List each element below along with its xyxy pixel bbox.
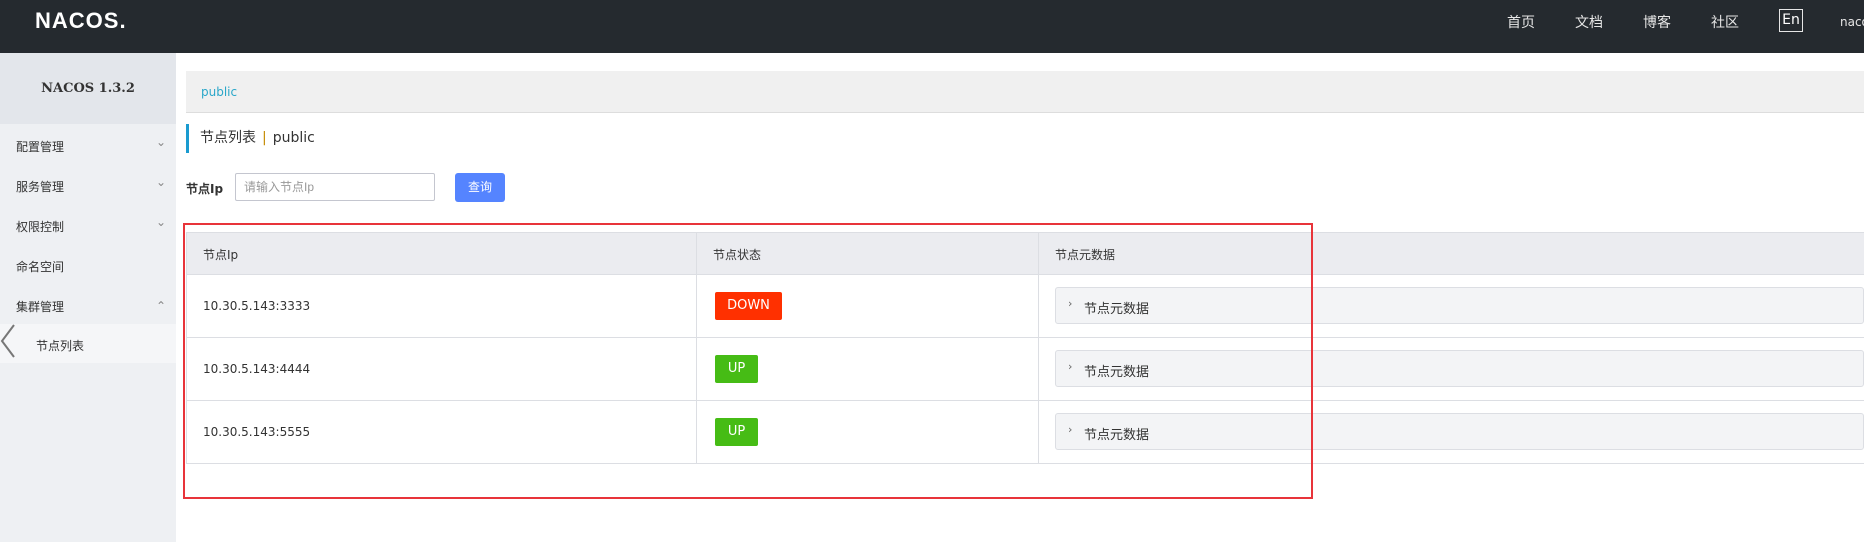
sidebar-item-label: 服务管理 [16, 180, 65, 194]
nav-home[interactable]: 首页 [1507, 12, 1535, 32]
sidebar-item-config-management[interactable]: 配置管理 ⌄ [0, 126, 176, 164]
sidebar: NACOS 1.3.2 配置管理 ⌄ 服务管理 ⌄ 权限控制 ⌄ 命名空间 集群… [0, 53, 176, 542]
sidebar-subitem-label: 节点列表 [36, 339, 85, 353]
highlight-annotation-box [183, 223, 1313, 499]
title-separator: | [262, 130, 267, 146]
chevron-down-icon: ⌄ [156, 175, 167, 189]
nav-blog[interactable]: 博客 [1643, 12, 1671, 32]
sidebar-version-title: NACOS 1.3.2 [0, 53, 176, 124]
sidebar-item-label: 命名空间 [16, 260, 65, 274]
page-namespace: public [272, 130, 315, 146]
sidebar-collapse-icon[interactable] [0, 321, 18, 361]
page-title: 节点列表 | public [186, 124, 315, 153]
language-toggle-button[interactable]: En [1779, 9, 1803, 32]
top-navbar: NACOS. 首页 文档 博客 社区 En nacos [0, 0, 1864, 53]
sidebar-item-label: 配置管理 [16, 140, 65, 154]
sidebar-item-label: 权限控制 [16, 220, 65, 234]
page-title-text: 节点列表 [200, 130, 256, 146]
sidebar-item-cluster-management[interactable]: 集群管理 ⌃ [0, 286, 176, 324]
chevron-up-icon: ⌃ [156, 299, 167, 313]
node-ip-filter-label: 节点Ip [186, 182, 224, 196]
sidebar-item-label: 集群管理 [16, 300, 65, 314]
chevron-down-icon: ⌄ [156, 135, 167, 149]
sidebar-item-service-management[interactable]: 服务管理 ⌄ [0, 166, 176, 204]
query-button[interactable]: 查询 [455, 173, 505, 202]
user-name[interactable]: nacos [1840, 15, 1864, 29]
nacos-logo[interactable]: NACOS. [35, 8, 127, 34]
sidebar-subitem-node-list[interactable]: 节点列表 [0, 324, 176, 363]
sidebar-item-access-control[interactable]: 权限控制 ⌄ [0, 206, 176, 244]
nav-community[interactable]: 社区 [1711, 12, 1739, 32]
chevron-down-icon: ⌄ [156, 215, 167, 229]
breadcrumb: public [186, 71, 1864, 113]
breadcrumb-namespace-link[interactable]: public [201, 85, 237, 99]
nav-docs[interactable]: 文档 [1575, 12, 1603, 32]
node-ip-search-input[interactable] [235, 173, 435, 201]
sidebar-item-namespace[interactable]: 命名空间 [0, 246, 176, 284]
